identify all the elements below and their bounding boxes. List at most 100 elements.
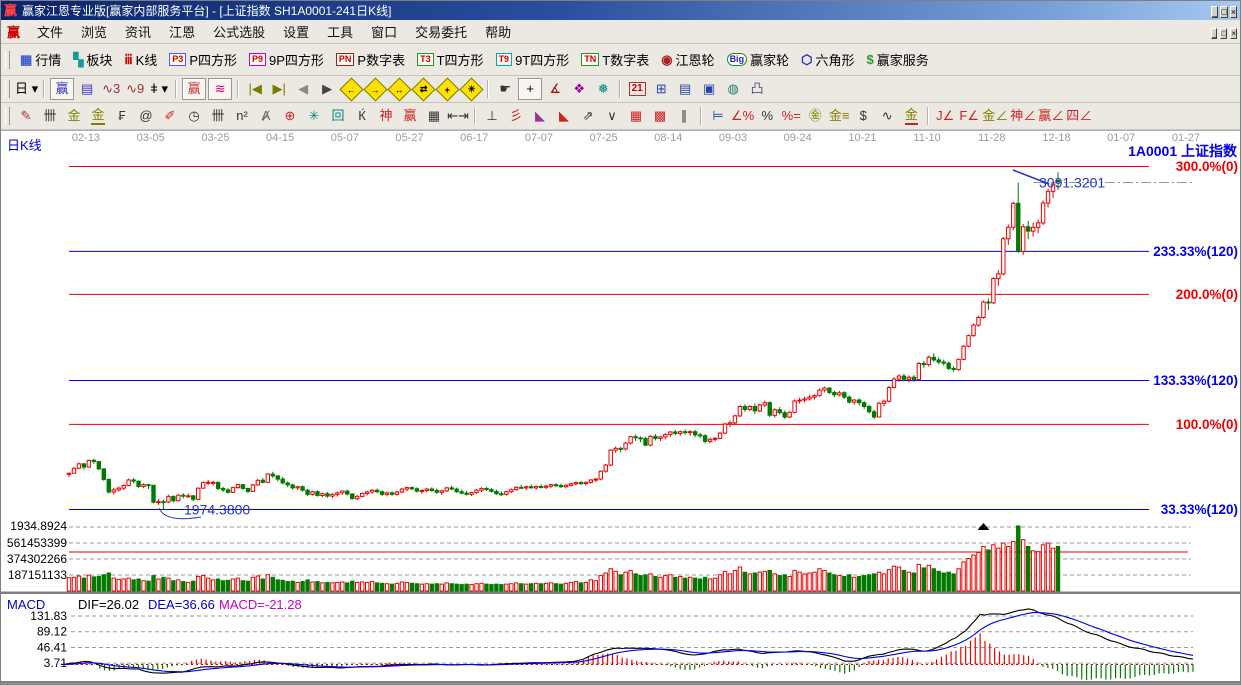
wave-band-tool[interactable]: ∿ bbox=[876, 106, 898, 126]
gold-section-circle-tool[interactable]: ㊎ bbox=[804, 106, 826, 126]
menu-formula-picker[interactable]: 公式选股 bbox=[204, 20, 274, 43]
percent-ruler-tool[interactable]: ⊨ bbox=[707, 106, 729, 126]
marker-pen-tool[interactable]: ✐ bbox=[159, 106, 181, 126]
toolbar-winner-service[interactable]: $ 赢家服务 bbox=[860, 48, 934, 71]
prev-bar-button[interactable]: ◀ bbox=[292, 79, 314, 99]
child-close-button[interactable]: × bbox=[1230, 28, 1237, 39]
calculator-button[interactable]: ⊞ bbox=[650, 79, 672, 99]
square-spiral-tool[interactable]: 回 bbox=[327, 106, 349, 126]
candle-style-dropdown[interactable]: ǂ ▾ bbox=[148, 79, 170, 99]
zigzag-tool[interactable]: ∨ bbox=[601, 106, 623, 126]
menu-window[interactable]: 窗口 bbox=[362, 20, 406, 43]
menu-gann[interactable]: 江恩 bbox=[160, 20, 204, 43]
red-grid2-tool[interactable]: ▩ bbox=[649, 106, 671, 126]
toolbar-p-table[interactable]: PN P数字表 bbox=[330, 48, 411, 71]
bar-width-tool[interactable]: ⇤⇥ bbox=[447, 106, 469, 126]
wave-3-button[interactable]: ∿3 bbox=[100, 79, 122, 99]
notes-button[interactable]: ▤ bbox=[674, 79, 696, 99]
toolbar-t-table[interactable]: TN T数字表 bbox=[575, 48, 655, 71]
info-panel-button[interactable]: ▤ bbox=[76, 79, 98, 99]
menu-help[interactable]: 帮助 bbox=[476, 20, 520, 43]
toolbar-quotes[interactable]: ▦ 行情 bbox=[14, 48, 67, 71]
zoom-in-button[interactable]: + bbox=[435, 76, 460, 102]
axis-box-tool[interactable]: ⊥ bbox=[481, 106, 503, 126]
compass-draw-tool[interactable]: ✎ bbox=[15, 106, 37, 126]
a-slash-tool[interactable]: Ⱥ bbox=[255, 106, 277, 126]
zoom-out-button[interactable]: ✳ bbox=[459, 76, 484, 102]
menu-settings[interactable]: 设置 bbox=[274, 20, 318, 43]
compress-h-button[interactable]: ⇄ bbox=[411, 76, 436, 102]
next-bar-button[interactable]: ▶ bbox=[316, 79, 338, 99]
minimize-button[interactable]: _ bbox=[1211, 5, 1219, 18]
maximize-button[interactable]: □ bbox=[1220, 5, 1228, 18]
toolbar-9t-square[interactable]: T9 9T四方形 bbox=[490, 48, 576, 71]
red-grid-tool[interactable]: ▦ bbox=[625, 106, 647, 126]
ying-angle-tool[interactable]: 赢∠ bbox=[1038, 106, 1064, 126]
gold-section-line-tool[interactable]: 金≡ bbox=[828, 106, 850, 126]
toolbar-grip[interactable] bbox=[5, 50, 10, 69]
menu-trade[interactable]: 交易委托 bbox=[406, 20, 476, 43]
price-note-tool[interactable]: $ bbox=[852, 106, 874, 126]
spiral-tool[interactable]: @ bbox=[135, 106, 157, 126]
star-circle-tool[interactable]: ✳ bbox=[303, 106, 325, 126]
toolbar-t-square[interactable]: T3 T四方形 bbox=[411, 48, 489, 71]
menu-file[interactable]: 文件 bbox=[28, 20, 72, 43]
winner-theme-button[interactable]: 赢 bbox=[182, 78, 207, 100]
last-bar-button[interactable]: ▶| bbox=[268, 79, 290, 99]
fan-square-tool[interactable]: ◣ bbox=[529, 106, 551, 126]
f-angle-tool[interactable]: F∠ bbox=[958, 106, 980, 126]
first-bar-button[interactable]: |◀ bbox=[244, 79, 266, 99]
chart-area[interactable]: 02-13 03-05 03-25 04-15 05-07 05-27 06-17 07-07… bbox=[1, 130, 1241, 683]
web-update-button[interactable]: ◍ bbox=[722, 79, 744, 99]
circle-cross-tool[interactable]: ⊕ bbox=[279, 106, 301, 126]
toolbar-grip[interactable] bbox=[5, 80, 10, 98]
winner-chart-button[interactable]: 赢 bbox=[50, 78, 75, 100]
toolbar-9p-square[interactable]: P9 9P四方形 bbox=[243, 48, 330, 71]
toolbar-kline[interactable]: ⅲ K线 bbox=[118, 48, 163, 71]
k-notation-tool[interactable]: Ќ bbox=[351, 106, 373, 126]
calendar-button[interactable]: 21 bbox=[626, 79, 648, 99]
toolbar-gann-wheel[interactable]: ◉ 江恩轮 bbox=[655, 48, 720, 71]
percent-slash-tool[interactable]: ∠% bbox=[731, 106, 754, 126]
save-button[interactable]: ▣ bbox=[698, 79, 720, 99]
ying-tool[interactable]: 赢 bbox=[399, 106, 421, 126]
gann-octagon-button[interactable]: ❅ bbox=[592, 79, 614, 99]
print-button[interactable]: 凸 bbox=[746, 79, 768, 99]
volume-profile-button[interactable]: ≋ bbox=[208, 78, 233, 100]
f-ruler-tool[interactable]: ₣ bbox=[111, 106, 133, 126]
shen-tool[interactable]: 神 bbox=[375, 106, 397, 126]
menu-browse[interactable]: 浏览 bbox=[72, 20, 116, 43]
shift-right-button[interactable]: → bbox=[363, 76, 388, 102]
kline-chart-canvas[interactable]: 02-13 03-05 03-25 04-15 05-07 05-27 06-17 07-07… bbox=[1, 130, 1241, 683]
angle-measure-button[interactable]: ∡ bbox=[544, 79, 566, 99]
numbered-grid-tool[interactable]: ▦ bbox=[423, 106, 445, 126]
toolbar-hexagon[interactable]: ⬡ 六角形 bbox=[795, 48, 860, 71]
crosshair-tool-button[interactable]: + bbox=[518, 78, 543, 100]
grid-lines2-tool[interactable]: 卌 bbox=[207, 106, 229, 126]
period-dropdown[interactable]: 日 ▾ bbox=[15, 79, 38, 99]
toolbar-winner-wheel[interactable]: Big 赢家轮 bbox=[721, 48, 796, 71]
child-restore-button[interactable]: □ bbox=[1220, 28, 1228, 39]
toolbar-grip[interactable] bbox=[5, 107, 10, 125]
shen-angle-tool[interactable]: 神∠ bbox=[1010, 106, 1036, 126]
toolbar-p-square[interactable]: P3 P四方形 bbox=[163, 48, 243, 71]
wave-9-button[interactable]: ∿9 bbox=[124, 79, 146, 99]
toolbar-sectors[interactable]: ▚ 板块 bbox=[67, 48, 118, 71]
gold-grid2-tool[interactable]: 金 bbox=[87, 106, 109, 126]
menu-news[interactable]: 资讯 bbox=[116, 20, 160, 43]
fan-square2-tool[interactable]: ◣ bbox=[553, 106, 575, 126]
four-angle-tool[interactable]: 四∠ bbox=[1066, 106, 1092, 126]
trend-arrow-tool[interactable]: ⇗ bbox=[577, 106, 599, 126]
gold-grid-tool[interactable]: 金 bbox=[63, 106, 85, 126]
title-bar[interactable]: 赢 赢家江恩专业版[赢家内部服务平台] - [上证指数 SH1A0001-241… bbox=[1, 1, 1240, 20]
hand-tool-button[interactable]: ☛ bbox=[494, 79, 516, 99]
ray-fan-tool[interactable]: 彡 bbox=[505, 106, 527, 126]
gann-flower-button[interactable]: ❖ bbox=[568, 79, 590, 99]
time-circle-tool[interactable]: ◷ bbox=[183, 106, 205, 126]
shift-left-button[interactable]: ← bbox=[339, 76, 364, 102]
grid-lines-tool[interactable]: 卌 bbox=[39, 106, 61, 126]
parallel-lines-tool[interactable]: ∥ bbox=[673, 106, 695, 126]
gold-support-tool[interactable]: 金 bbox=[900, 106, 922, 126]
menu-tools[interactable]: 工具 bbox=[318, 20, 362, 43]
child-minimize-button[interactable]: _ bbox=[1211, 28, 1218, 39]
